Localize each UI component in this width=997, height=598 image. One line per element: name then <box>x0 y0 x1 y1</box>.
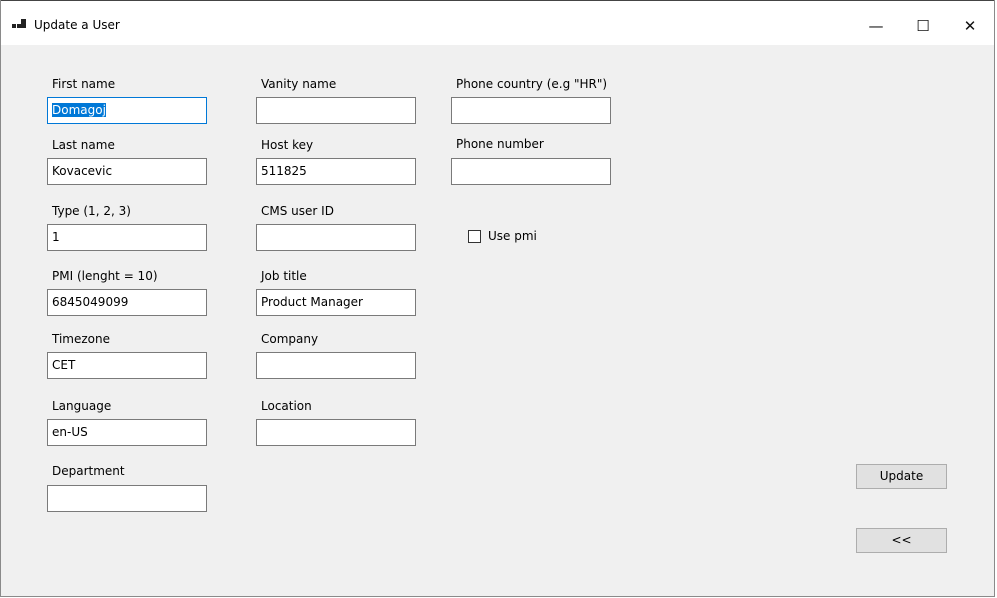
host-key-field[interactable]: 511825 <box>256 158 416 185</box>
phone-country-label: Phone country (e.g "HR") <box>456 77 608 91</box>
use-pmi-checkbox[interactable] <box>468 230 481 243</box>
use-pmi-label[interactable]: Use pmi <box>488 229 537 243</box>
department-label: Department <box>52 464 125 478</box>
vanity-name-label: Vanity name <box>261 77 337 91</box>
minimize-icon[interactable]: — <box>853 11 899 41</box>
department-field[interactable] <box>47 485 207 512</box>
phone-number-label: Phone number <box>456 137 544 151</box>
window-title: Update a User <box>34 18 120 32</box>
location-field[interactable] <box>256 419 416 446</box>
pmi-field[interactable]: 6845049099 <box>47 289 207 316</box>
type-label: Type (1, 2, 3) <box>52 204 131 218</box>
type-field[interactable]: 1 <box>47 224 207 251</box>
update-user-window: Update a User — ☐ ✕ First name Domagoj L… <box>0 0 995 597</box>
vanity-name-field[interactable] <box>256 97 416 124</box>
timezone-label: Timezone <box>52 332 110 346</box>
title-bar[interactable]: Update a User — ☐ ✕ <box>1 0 994 45</box>
timezone-field[interactable]: CET <box>47 352 207 379</box>
maximize-icon[interactable]: ☐ <box>900 11 946 41</box>
job-title-field[interactable]: Product Manager <box>256 289 416 316</box>
job-title-label: Job title <box>261 269 307 283</box>
phone-number-field[interactable] <box>451 158 611 185</box>
app-icon <box>12 19 26 31</box>
last-name-label: Last name <box>52 138 115 152</box>
location-label: Location <box>261 399 312 413</box>
first-name-field[interactable]: Domagoj <box>47 97 207 124</box>
first-name-value: Domagoj <box>52 103 106 117</box>
language-field[interactable]: en-US <box>47 419 207 446</box>
last-name-field[interactable]: Kovacevic <box>47 158 207 185</box>
host-key-label: Host key <box>261 138 314 152</box>
company-field[interactable] <box>256 352 416 379</box>
cms-user-id-label: CMS user ID <box>261 204 334 218</box>
update-button[interactable]: Update <box>856 464 947 489</box>
language-label: Language <box>52 399 112 413</box>
close-icon[interactable]: ✕ <box>947 11 993 41</box>
cms-user-id-field[interactable] <box>256 224 416 251</box>
phone-country-field[interactable] <box>451 97 611 124</box>
company-label: Company <box>261 332 319 346</box>
first-name-label: First name <box>52 77 116 91</box>
back-button[interactable]: << <box>856 528 947 553</box>
pmi-label: PMI (lenght = 10) <box>52 269 158 283</box>
